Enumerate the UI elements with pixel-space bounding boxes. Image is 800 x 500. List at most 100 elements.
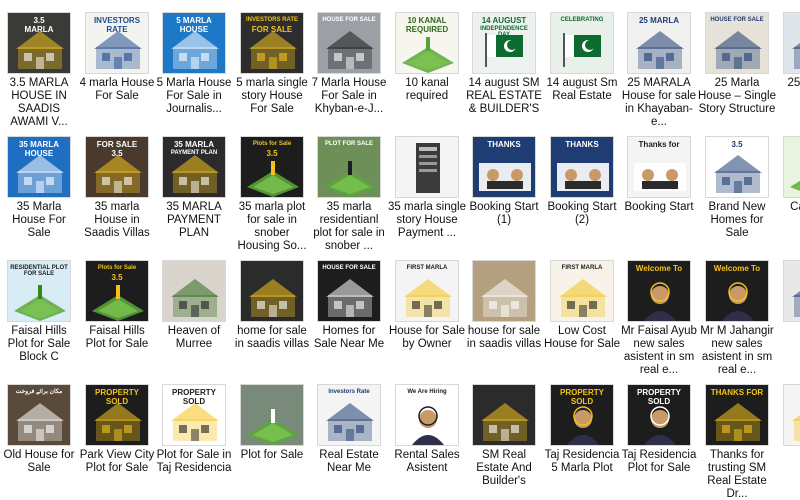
- file-item[interactable]: PROPERTY SOLD Park View City Plot for Sale: [78, 384, 156, 500]
- file-item[interactable]: THANKS FOR Thanks for trusting SM Real Es…: [698, 384, 776, 500]
- thumbnail-image[interactable]: PROPERTY SOLD: [627, 384, 691, 446]
- thumbnail-image[interactable]: Welcome To: [627, 260, 691, 322]
- file-item[interactable]: 3.5 Brand New Homes for Sale: [698, 136, 776, 258]
- thumbnail-image[interactable]: [162, 260, 226, 322]
- thumbnail-image[interactable]: HOUSE FOR SALE: [317, 260, 381, 322]
- file-item[interactable]: New: [776, 260, 800, 382]
- file-item[interactable]: We Are Hiring Rental Sales Asistent: [388, 384, 466, 500]
- file-item[interactable]: FIRST Town: [776, 384, 800, 500]
- thumbnail-image[interactable]: PROPERTY SOLD: [85, 384, 149, 446]
- thumbnail-image[interactable]: PLOT FOR SALE: [317, 136, 381, 198]
- thumbnail-image[interactable]: PROPERTY SOLD: [162, 384, 226, 446]
- file-item[interactable]: THANKS Booking Start (2): [543, 136, 621, 258]
- thumbnail-image[interactable]: 35 MARLA HOUSE: [7, 136, 71, 198]
- thumbnail-image[interactable]: CELEBRATING: [550, 12, 614, 74]
- thumbnail-image[interactable]: THANKS: [472, 136, 536, 198]
- file-item[interactable]: 35 marla single story House Payment ...: [388, 136, 466, 258]
- file-item[interactable]: CELEBRATING 14 august Sm Real Estate: [543, 12, 621, 134]
- thumbnail-image[interactable]: 14 AUGUST INDEPENDENCE DAY: [472, 12, 536, 74]
- file-item[interactable]: HOUSE FOR SALE 7 Marla House For Sale in …: [310, 12, 388, 134]
- thumbnail-image[interactable]: 10 KANAL REQUIRED: [395, 12, 459, 74]
- thumbnail-image[interactable]: We Are Hiring: [395, 384, 459, 446]
- file-item[interactable]: RESIDENTIAL PLOT FOR SALE Faisal Hills Pl…: [0, 260, 78, 382]
- thumbnail-image[interactable]: FIRST MARLA: [550, 260, 614, 322]
- file-item[interactable]: Investors Rate Real Estate Near Me: [310, 384, 388, 500]
- thumbnail-image[interactable]: [472, 260, 536, 322]
- thumbnail-image[interactable]: 3.5 MARLA: [7, 12, 71, 74]
- thumbnail-image[interactable]: FOR SALE 3.5: [85, 136, 149, 198]
- file-item[interactable]: INVESTORS RATE 4 marla House For Sale: [78, 12, 156, 134]
- file-item[interactable]: PROPERTY SOLD Plot for Sale in Taj Residen…: [155, 384, 233, 500]
- file-name-label: 7 Marla House For Sale in Khyban-e-J...: [311, 77, 387, 115]
- file-item[interactable]: PLOT Capit City: [776, 136, 800, 258]
- file-name-label: Taj Residencia 5 Marla Plot: [544, 449, 620, 474]
- thumbnail-image[interactable]: [783, 12, 800, 74]
- thumbnail-image[interactable]: RESIDENTIAL PLOT FOR SALE: [7, 260, 71, 322]
- file-item[interactable]: Welcome To Mr M Jahangir new sales asiste…: [698, 260, 776, 382]
- file-item[interactable]: FIRST MARLA House for Sale by Owner: [388, 260, 466, 382]
- file-item[interactable]: THANKS Booking Start (1): [465, 136, 543, 258]
- thumbnail-image[interactable]: HOUSE FOR SALE: [705, 12, 769, 74]
- file-item[interactable]: PROPERTY SOLD Taj Residencia Plot for Sale: [620, 384, 698, 500]
- file-name-label: 35 MARLA PAYMENT PLAN: [166, 201, 222, 239]
- file-item[interactable]: Thanks for Booking Start: [620, 136, 698, 258]
- file-item[interactable]: FOR SALE 3.5 35 marla House in Saadis Vill…: [78, 136, 156, 258]
- thumbnail-image[interactable]: [472, 384, 536, 446]
- thumbnail-image[interactable]: FIRST MARLA: [395, 260, 459, 322]
- thumbnail-image[interactable]: Thanks for: [627, 136, 691, 198]
- file-item[interactable]: 35 MARLA HOUSE 35 Marla House For Sale: [0, 136, 78, 258]
- thumbnail-image[interactable]: 3.5: [705, 136, 769, 198]
- house-photo-icon: [784, 261, 800, 321]
- thumbnail-image[interactable]: مکان برائے فروخت: [7, 384, 71, 446]
- thumbnail-image[interactable]: Plots for Sale 3.5: [240, 136, 304, 198]
- thumbnail-image[interactable]: [240, 384, 304, 446]
- thumbnail-image[interactable]: [395, 136, 459, 198]
- file-item[interactable]: PLOT FOR SALE 35 marla residentianl plot …: [310, 136, 388, 258]
- thumbnail-image[interactable]: PROPERTY SOLD: [550, 384, 614, 446]
- file-item[interactable]: 5 MARLA HOUSE 5 Marla House For Sale in Jo…: [155, 12, 233, 134]
- thumbnail-image[interactable]: INVESTORS RATE FOR SALE: [240, 12, 304, 74]
- thumbnail-image[interactable]: 25 MARLA: [627, 12, 691, 74]
- thumbnail-image[interactable]: Plots for Sale 3.5: [85, 260, 149, 322]
- file-item[interactable]: Plots for Sale 3.5 Faisal Hills Plot for S…: [78, 260, 156, 382]
- file-item[interactable]: house for sale in saadis villas: [465, 260, 543, 382]
- thumbnail-text: SOLD: [647, 397, 671, 406]
- thumbnail-image[interactable]: PLOT: [783, 136, 800, 198]
- file-item[interactable]: 25 MARLA 25 MARALA House for sale in Khay…: [620, 12, 698, 134]
- thumbnail-text: INDEPENDENCE DAY: [480, 26, 528, 39]
- thumbnail-image[interactable]: Investors Rate: [317, 384, 381, 446]
- thumbnail-image[interactable]: 35 MARLA PAYMENT PLAN: [162, 136, 226, 198]
- file-item[interactable]: Plots for Sale 3.5 35 marla plot for sale …: [233, 136, 311, 258]
- thumbnail-text: مکان برائے فروخت: [15, 389, 63, 395]
- file-item[interactable]: 35 MARLA PAYMENT PLAN 35 MARLA PAYMENT PLA…: [155, 136, 233, 258]
- thumbnail-image[interactable]: THANKS FOR: [705, 384, 769, 446]
- thumbnail-image[interactable]: Welcome To: [705, 260, 769, 322]
- file-item[interactable]: 14 AUGUST INDEPENDENCE DAY 14 august SM RE…: [465, 12, 543, 134]
- file-item[interactable]: 25 M H Str: [776, 12, 800, 134]
- file-item[interactable]: PROPERTY SOLD Taj Residencia 5 Marla Plot: [543, 384, 621, 500]
- house-photo-icon: [473, 261, 535, 321]
- file-item[interactable]: INVESTORS RATE FOR SALE 5 marla single sto…: [233, 12, 311, 134]
- thumbnail-image[interactable]: HOUSE FOR SALE: [317, 12, 381, 74]
- file-item[interactable]: Plot for Sale: [233, 384, 311, 500]
- file-item[interactable]: FIRST MARLA Low Cost House for Sale: [543, 260, 621, 382]
- file-item[interactable]: 3.5 MARLA 3.5 MARLA HOUSE IN SAADIS AWAMI …: [0, 12, 78, 134]
- file-name-label: Plot for Sale: [240, 449, 304, 461]
- thumbnail-image[interactable]: THANKS: [550, 136, 614, 198]
- thumbnail-image[interactable]: [783, 260, 800, 322]
- file-item[interactable]: Welcome To Mr Faisal Ayub new sales asist…: [620, 260, 698, 382]
- thumbnail-text: 35 MARLA: [173, 140, 214, 149]
- thumbnail-image[interactable]: INVESTORS RATE: [85, 12, 149, 74]
- file-row: RESIDENTIAL PLOT FOR SALE Faisal Hills Pl…: [0, 260, 800, 384]
- file-item[interactable]: مکان برائے فروخت Old House for Sale: [0, 384, 78, 500]
- house-photo-icon: [784, 13, 800, 73]
- file-item[interactable]: HOUSE FOR SALE 25 Marla House – Single St…: [698, 12, 776, 134]
- file-item[interactable]: HOUSE FOR SALE Homes for Sale Near Me: [310, 260, 388, 382]
- thumbnail-image[interactable]: 5 MARLA HOUSE: [162, 12, 226, 74]
- file-item[interactable]: SM Real Estate And Builder's: [465, 384, 543, 500]
- file-item[interactable]: home for sale in saadis villas: [233, 260, 311, 382]
- file-item[interactable]: 10 KANAL REQUIRED 10 kanal required: [388, 12, 466, 134]
- thumbnail-image[interactable]: FIRST: [783, 384, 800, 446]
- file-item[interactable]: Heaven of Murree: [155, 260, 233, 382]
- thumbnail-image[interactable]: [240, 260, 304, 322]
